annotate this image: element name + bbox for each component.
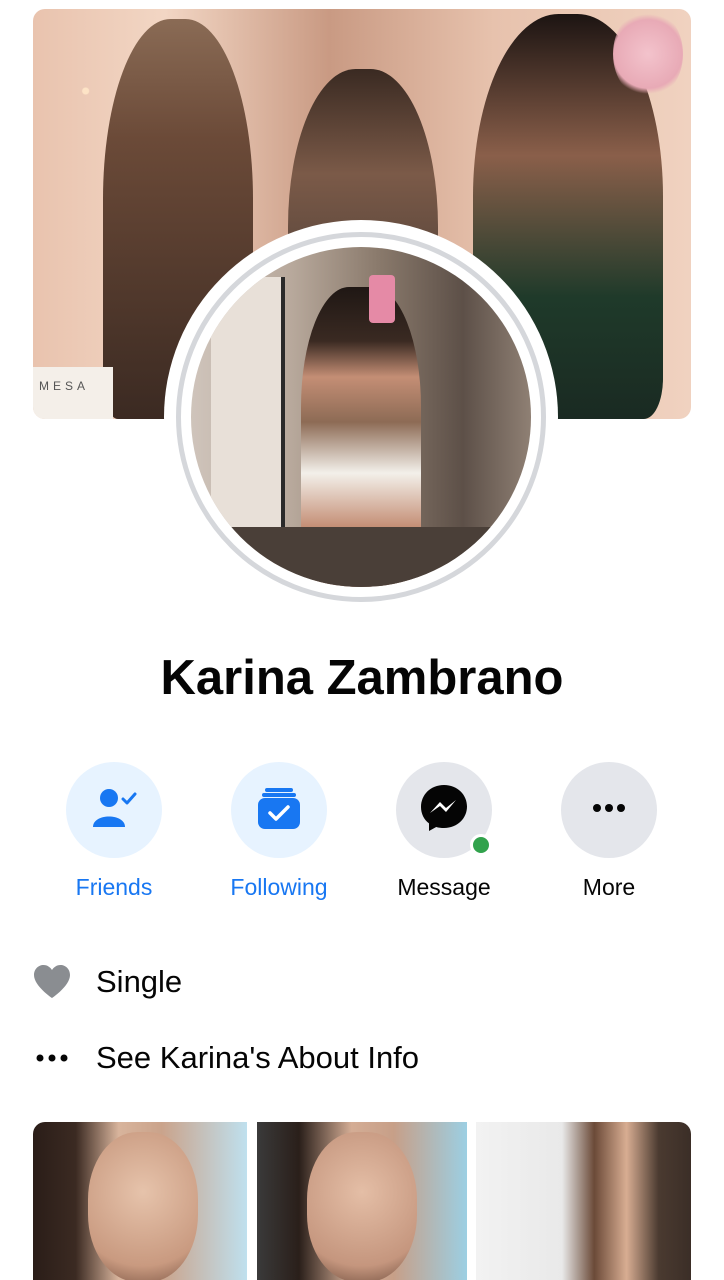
profile-photo-door — [211, 277, 285, 537]
following-label: Following — [230, 874, 328, 900]
more-dots-icon — [32, 1053, 72, 1063]
profile-photo — [191, 247, 531, 587]
messenger-icon — [418, 782, 470, 839]
photo-grid — [33, 1122, 691, 1280]
profile-photo-floor — [191, 527, 531, 587]
online-status-dot — [470, 834, 492, 856]
about-info-link[interactable]: See Karina's About Info — [96, 1040, 419, 1076]
profile-picture-border — [176, 232, 546, 602]
friends-button-circle[interactable] — [66, 762, 162, 858]
about-info-row[interactable]: See Karina's About Info — [32, 1040, 419, 1076]
relationship-row: Single — [32, 964, 182, 1000]
message-label: Message — [397, 874, 491, 900]
message-button[interactable]: Message — [364, 762, 524, 901]
more-button-circle[interactable] — [561, 762, 657, 858]
photo-thumbnail[interactable] — [33, 1122, 247, 1280]
following-button-circle[interactable] — [231, 762, 327, 858]
profile-name: Karina Zambrano — [160, 651, 564, 705]
profile-picture[interactable] — [164, 220, 558, 614]
photo-thumbnail[interactable] — [257, 1122, 467, 1280]
more-dots-icon — [589, 801, 629, 819]
more-label: More — [582, 874, 636, 900]
cover-sign: MESA — [33, 367, 113, 419]
cover-flower-decoration — [613, 9, 683, 99]
friends-button[interactable]: Friends — [34, 762, 194, 901]
friends-label: Friends — [75, 874, 153, 900]
following-check-icon — [254, 783, 304, 838]
friends-check-icon — [89, 783, 139, 838]
message-button-circle[interactable] — [396, 762, 492, 858]
photo-thumbnail[interactable] — [476, 1122, 691, 1280]
following-button[interactable]: Following — [199, 762, 359, 901]
photo-thumbnail-face — [307, 1132, 417, 1280]
heart-icon — [32, 964, 72, 1000]
relationship-status: Single — [96, 964, 183, 999]
profile-photo-phone — [369, 275, 395, 323]
more-button[interactable]: More — [529, 762, 689, 901]
photo-thumbnail-face — [88, 1132, 198, 1280]
